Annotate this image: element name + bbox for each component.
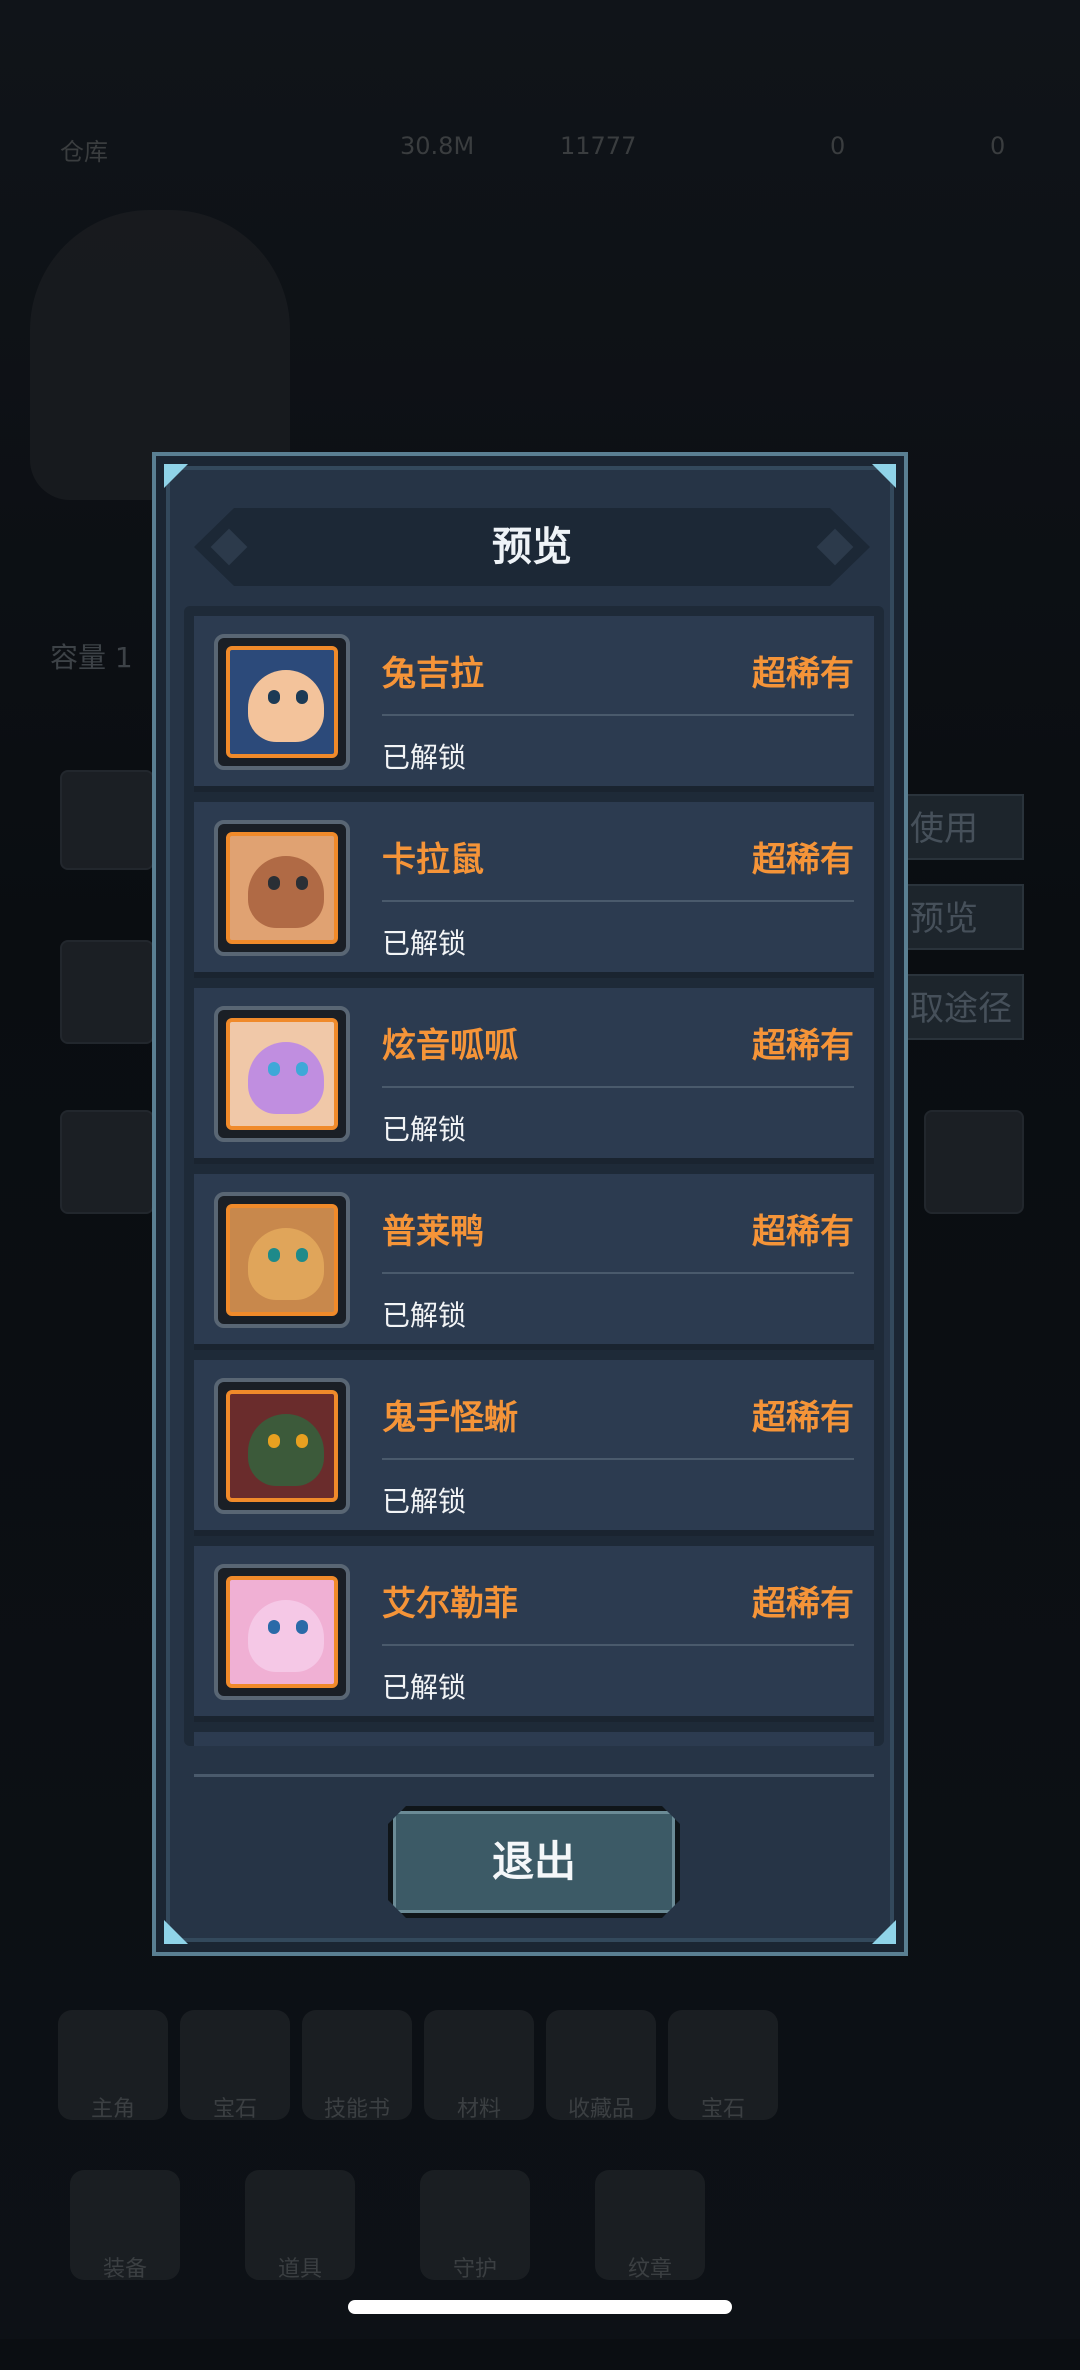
tab-material: 材料: [424, 2010, 534, 2122]
list-item[interactable]: 兔吉拉 超稀有 已解锁: [194, 616, 874, 792]
list-item[interactable]: 艾尔勒菲 超稀有 已解锁: [194, 1546, 874, 1722]
tab-equipment: 装备: [70, 2170, 180, 2282]
unlock-status: 已解锁: [382, 1113, 467, 1146]
tab-gem: 宝石: [180, 2010, 290, 2122]
rarity-label: 超稀有: [752, 1026, 854, 1066]
top-resource-bar: 仓库 30.8M 11777 0 0: [0, 120, 1080, 180]
tab-emblem: 纹章: [595, 2170, 705, 2282]
preview-modal: 预览 兔吉拉 超稀有 已解锁 卡拉鼠 超稀有 已解锁 炫音呱呱 超稀有 已解锁 …: [152, 452, 908, 1956]
exit-button[interactable]: 退出: [388, 1806, 680, 1918]
character-portrait: [214, 1564, 350, 1700]
character-name: 艾尔勒菲: [382, 1584, 518, 1624]
unlock-status: 已解锁: [382, 1485, 467, 1518]
rarity-label: 超稀有: [752, 840, 854, 880]
bottom-tabs: 主角 宝石 技能书 材料 收藏品 宝石 装备 道具 守护 纹章: [0, 2010, 1080, 2330]
bg-item-tile: [60, 770, 154, 870]
character-name: 鬼手怪蜥: [382, 1398, 518, 1438]
resource3-amount: 0: [830, 132, 846, 160]
character-portrait: [214, 820, 350, 956]
bg-item-tile: [924, 1110, 1024, 1214]
unlock-status: 已解锁: [382, 1671, 467, 1704]
use-button: 使用: [900, 794, 1024, 860]
character-name: 炫音呱呱: [382, 1026, 518, 1066]
list-item[interactable]: 炫音呱呱 超稀有 已解锁: [194, 988, 874, 1164]
list-item-partial[interactable]: [194, 1732, 874, 1746]
corner-ornament: [872, 464, 896, 488]
warehouse-title: 仓库: [60, 138, 108, 166]
list-item[interactable]: 鬼手怪蜥 超稀有 已解锁: [194, 1360, 874, 1536]
tab-gem2: 宝石: [668, 2010, 778, 2122]
rarity-label: 超稀有: [752, 1398, 854, 1438]
preview-button: 预览: [900, 884, 1024, 950]
modal-title-bar: 预览: [194, 508, 870, 586]
divider: [382, 1458, 854, 1460]
bg-item-tile: [60, 1110, 154, 1214]
divider: [382, 1272, 854, 1274]
list-item[interactable]: 普莱鸭 超稀有 已解锁: [194, 1174, 874, 1350]
tab-guard: 守护: [420, 2170, 530, 2282]
character-name: 普莱鸭: [382, 1212, 484, 1252]
character-name: 兔吉拉: [382, 654, 484, 694]
divider: [382, 900, 854, 902]
rarity-label: 超稀有: [752, 1584, 854, 1624]
rarity-label: 超稀有: [752, 654, 854, 694]
capacity-label: 容量 1: [50, 641, 133, 674]
character-portrait: [214, 1006, 350, 1142]
tab-items: 道具: [245, 2170, 355, 2282]
tab-collectible: 收藏品: [546, 2010, 656, 2122]
modal-title: 预览: [492, 524, 572, 570]
gold-amount: 30.8M: [400, 132, 475, 160]
corner-ornament: [872, 1920, 896, 1944]
bg-item-tile: [60, 940, 154, 1044]
obtain-button: 取途径: [900, 974, 1024, 1040]
rarity-label: 超稀有: [752, 1212, 854, 1252]
home-indicator[interactable]: [348, 2300, 732, 2314]
divider: [382, 1086, 854, 1088]
gem-amount: 11777: [560, 132, 637, 160]
tab-hero: 主角: [58, 2010, 168, 2122]
unlock-status: 已解锁: [382, 741, 467, 774]
corner-ornament: [164, 464, 188, 488]
divider: [194, 1774, 874, 1777]
unlock-status: 已解锁: [382, 927, 467, 960]
corner-ornament: [164, 1920, 188, 1944]
list-item[interactable]: 卡拉鼠 超稀有 已解锁: [194, 802, 874, 978]
resource4-amount: 0: [990, 132, 1006, 160]
character-portrait: [214, 1192, 350, 1328]
divider: [382, 714, 854, 716]
character-portrait: [214, 1378, 350, 1514]
preview-list[interactable]: 兔吉拉 超稀有 已解锁 卡拉鼠 超稀有 已解锁 炫音呱呱 超稀有 已解锁 普莱鸭…: [184, 606, 884, 1746]
unlock-status: 已解锁: [382, 1299, 467, 1332]
tab-skillbook: 技能书: [302, 2010, 412, 2122]
character-portrait: [214, 634, 350, 770]
divider: [382, 1644, 854, 1646]
character-name: 卡拉鼠: [382, 840, 484, 880]
